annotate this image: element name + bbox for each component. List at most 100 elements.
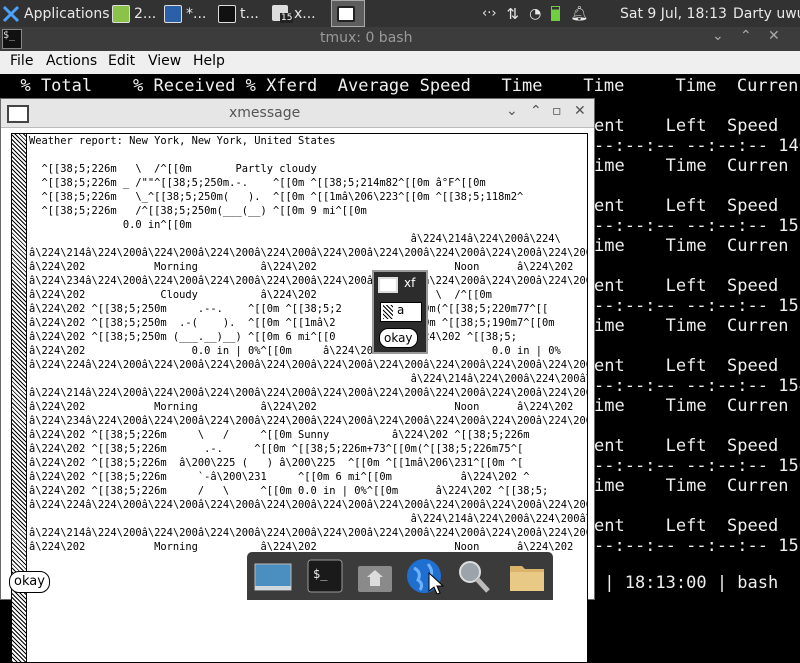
system-tray: ‹·› ⇅ ◔ 🔔︎ <box>482 0 588 27</box>
xmessage-minimize-button[interactable]: ⌄ <box>506 103 518 119</box>
weather-line: ^[[38;5;226m \ /^[[0m Partly cloudy <box>29 163 317 175</box>
applications-menu-button[interactable]: Applications <box>2 0 110 27</box>
terminal-row: ent Left Speed <box>594 436 779 456</box>
menu-view[interactable]: View <box>148 53 181 69</box>
terminal-row: ent Left Speed <box>594 356 779 376</box>
show-desktop-icon[interactable] <box>253 556 293 596</box>
weather-line: â\224\202 ^[[38;5;250m .-( ). ^[[0m ^[[1… <box>29 317 555 329</box>
taskbar-item-label: t... <box>240 5 259 22</box>
terminal-row: ime Time Curren <box>594 236 789 256</box>
xmessage-titlebar: xmessage ⌄ ⌃ ▫ ✕ <box>1 99 594 128</box>
weather-line: â\224\202 ^[[38;5;250m .--. ^[[0m ^[[38;… <box>29 303 549 315</box>
terminal-row: ent Left Speed <box>594 196 779 216</box>
weather-line: â\224\202 ^[[38;5;226m â\200\225 ( ) â\2… <box>29 457 524 469</box>
weather-line: â\224\202 ^[[38;5;226m .-. ^[[0m ^[[38;5… <box>29 443 524 455</box>
terminal-row: --:--:-- --:--:-- 15506 <box>594 536 800 556</box>
xf-okay-button[interactable]: okay <box>379 328 418 348</box>
top-panel: Applications 2... *... t... 15 x... ‹·› … <box>0 0 800 27</box>
dock-search-icon[interactable] <box>453 556 493 596</box>
weather-line: â\224\234â\224\200â\224\200â\224\200â\22… <box>29 415 587 427</box>
search-icon <box>459 561 490 593</box>
weather-line: â\224\214â\224\200â\224\200â\224\ <box>29 373 588 385</box>
menu-help[interactable]: Help <box>193 53 225 69</box>
xmessage-window: xmessage ⌄ ⌃ ▫ ✕ Weather report: New Yor… <box>0 98 595 663</box>
weather-line: â\224\202 ^[[38;5;250m (___.__)__) ^[[0m… <box>29 331 517 343</box>
xf-dialog: xf a okay <box>372 270 428 354</box>
user-menu[interactable]: Darty uwu <box>733 0 800 27</box>
dock: $_ <box>247 552 553 600</box>
applications-label: Applications <box>24 5 110 22</box>
maximize-button[interactable]: ⌃ <box>740 28 752 44</box>
terminal-menubar: File Actions Edit View Help <box>0 51 800 74</box>
minimize-button[interactable]: ⌄ <box>712 28 724 44</box>
clock-text: Sat 9 Jul, 18:13 <box>620 5 727 22</box>
weather-line: â\224\202 ^[[38;5;226m `-â\200\231 ^[[0m… <box>29 471 530 483</box>
taskbar-item-3[interactable]: t... <box>218 0 268 27</box>
terminal-title: tmux: 0 bash <box>320 30 413 46</box>
xf-field-stipple <box>383 305 393 319</box>
xfce-logo-icon <box>2 5 20 22</box>
editor-icon <box>164 4 182 23</box>
tmux-status-bar: | 18:13:00 | bash <box>594 573 800 600</box>
menu-file[interactable]: File <box>10 53 33 69</box>
weather-line: â\224\214â\224\200â\224\200â\224\200â\22… <box>29 527 587 539</box>
terminal-row: ent Left Speed <box>594 116 779 136</box>
weather-line: â\224\202 Morning â\224\202 Noon â\224\2… <box>29 401 574 413</box>
weather-line: â\224\214â\224\200â\224\200â\224\200â\22… <box>29 387 587 399</box>
xf-window-icon[interactable] <box>378 277 398 293</box>
terminal-row: --:--:-- --:--:-- 15646 <box>594 456 800 476</box>
close-button[interactable]: ✕ <box>768 28 780 44</box>
weather-line: ^[[38;5;226m \_^[[38;5;250m( ). ^[[0m ^[… <box>29 191 524 203</box>
xmessage-shade-button[interactable]: ⌃ <box>530 103 542 119</box>
xf-text-field[interactable]: a <box>380 302 422 322</box>
terminal-row: ent Left Speed <box>594 276 779 296</box>
taskbar-item-2[interactable]: *... <box>164 0 214 27</box>
xf-title: xf <box>404 276 416 290</box>
xmessage-icon: 15 <box>272 4 294 23</box>
terminal-titlebar: $_ tmux: 0 bash ⌄ ⌃ ✕ <box>0 27 800 51</box>
weather-line: â\224\202 ^[[38;5;226m / \ ^[[0m 0.0 in … <box>29 485 549 497</box>
taskbar-item-5[interactable] <box>331 0 365 27</box>
terminal-row: ent Left Speed <box>594 516 779 536</box>
weather-line: â\224\214â\224\200â\224\200â\224\ <box>29 513 588 525</box>
weather-line: ^[[38;5;226m /^[[38;5;250m(___(__) ^[[0m… <box>29 205 367 217</box>
weather-line: 0.0 in^[[0m <box>29 219 192 231</box>
dock-terminal-icon[interactable]: $_ <box>305 556 345 596</box>
taskbar-item-label: 2... <box>134 5 157 22</box>
network-arrows-icon[interactable]: ‹·› <box>482 6 497 21</box>
battery-icon[interactable] <box>551 6 561 21</box>
weather-line: Weather report: New York, New York, Unit… <box>29 135 336 147</box>
xmessage-title: xmessage <box>229 105 301 121</box>
weather-line: â\224\214â\224\200â\224\200â\224\200â\22… <box>29 247 587 259</box>
svg-text:$_: $_ <box>313 567 328 581</box>
menu-actions[interactable]: Actions <box>46 53 97 69</box>
window-icon <box>337 5 355 22</box>
clock[interactable]: Sat 9 Jul, 18:13 <box>620 0 727 27</box>
weather-line: â\224\224â\224\200â\224\200â\224\200â\22… <box>29 499 587 511</box>
okay-button[interactable]: okay <box>9 571 50 593</box>
terminal-row: ime Time Curren <box>594 396 789 416</box>
mousepad-icon <box>112 4 130 23</box>
xmessage-close-button[interactable]: ✕ <box>574 103 586 119</box>
dock-home-folder-icon[interactable] <box>355 556 395 596</box>
curl-header: % Total % Received % Xferd Average Speed… <box>0 76 799 96</box>
home-folder-icon <box>358 566 392 592</box>
taskbar-item-4[interactable]: 15 x... <box>272 0 328 27</box>
terminal-row: ime Time Curren <box>594 316 789 336</box>
wifi-icon[interactable]: ◔ <box>529 6 541 22</box>
terminal-row: --:--:-- --:--:-- 14688 <box>594 136 800 156</box>
xmessage-window-icon[interactable] <box>7 105 29 123</box>
taskbar-item-label: x... <box>294 5 316 22</box>
weather-line: ^[[38;5;226m _ /""^[[38;5;250m.-. ^[[0m … <box>29 177 486 189</box>
network-transfer-icon[interactable]: ⇅ <box>507 5 520 23</box>
mouse-pointer-icon <box>428 572 444 595</box>
menu-edit[interactable]: Edit <box>108 53 135 69</box>
window-count-badge: 15 <box>280 12 294 23</box>
terminal-window-icon[interactable]: $_ <box>2 29 22 49</box>
terminal-row: --:--:-- --:--:-- 15313 <box>594 216 800 236</box>
xmessage-maximize-button[interactable]: ▫ <box>552 103 562 119</box>
terminal-row: ime Time Curren <box>594 156 789 176</box>
taskbar-item-1[interactable]: 2... <box>112 0 162 27</box>
dock-files-icon[interactable] <box>507 556 547 596</box>
notification-bell-icon[interactable]: 🔔︎ <box>570 6 588 22</box>
